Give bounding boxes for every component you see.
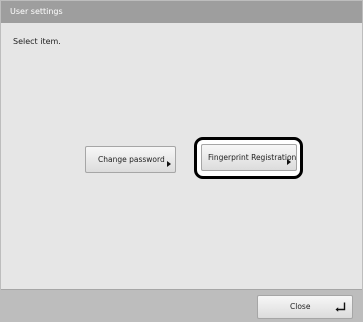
window-title: User settings: [10, 7, 63, 16]
user-settings-screen: User settings Select item. Change passwo…: [0, 0, 363, 322]
instruction-text: Select item.: [13, 37, 61, 46]
title-bar: User settings: [1, 1, 362, 23]
return-arrow-icon: [335, 302, 346, 312]
fingerprint-registration-button[interactable]: Fingerprint Registration: [201, 144, 297, 171]
change-password-label: Change password: [98, 155, 165, 164]
change-password-button[interactable]: Change password: [85, 146, 176, 173]
triangle-right-icon: [287, 159, 291, 165]
fingerprint-registration-label: Fingerprint Registration: [208, 153, 297, 162]
close-label: Close: [290, 302, 311, 311]
triangle-right-icon: [167, 161, 171, 167]
